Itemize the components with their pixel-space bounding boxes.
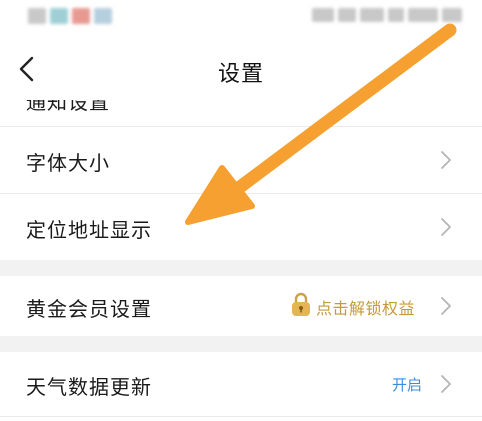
- chevron-right-icon: [441, 375, 451, 393]
- settings-row-weather-update[interactable]: 天气数据更新 开启: [0, 352, 482, 416]
- chevron-right-icon: [441, 218, 451, 236]
- divider: [0, 416, 482, 417]
- settings-row-label: 字体大小: [26, 151, 110, 175]
- settings-row-label: 天气数据更新: [26, 375, 152, 399]
- section-gap: [0, 260, 482, 276]
- settings-row-label: 通知设置: [26, 100, 110, 114]
- settings-row-label: 定位地址显示: [26, 218, 152, 242]
- chevron-right-icon: [441, 151, 451, 169]
- status-bar: [0, 0, 482, 38]
- status-bar-left: [28, 8, 112, 24]
- section-gap: [0, 336, 482, 352]
- page-title: 设置: [217, 62, 264, 87]
- settings-row-location-display[interactable]: 定位地址显示: [0, 194, 482, 260]
- lock-icon: [292, 292, 310, 316]
- settings-row-notification[interactable]: 通知设置: [0, 100, 482, 126]
- unlock-benefits-text[interactable]: 点击解锁权益: [316, 295, 415, 319]
- settings-row-gold-member[interactable]: 黄金会员设置 点击解锁权益: [0, 276, 482, 336]
- chevron-right-icon: [441, 297, 451, 315]
- nav-bar: 设置: [0, 38, 482, 100]
- settings-row-font-size[interactable]: 字体大小: [0, 127, 482, 193]
- status-bar-right: [312, 8, 462, 22]
- status-value: 开启: [392, 376, 423, 394]
- settings-row-label: 黄金会员设置: [26, 297, 152, 321]
